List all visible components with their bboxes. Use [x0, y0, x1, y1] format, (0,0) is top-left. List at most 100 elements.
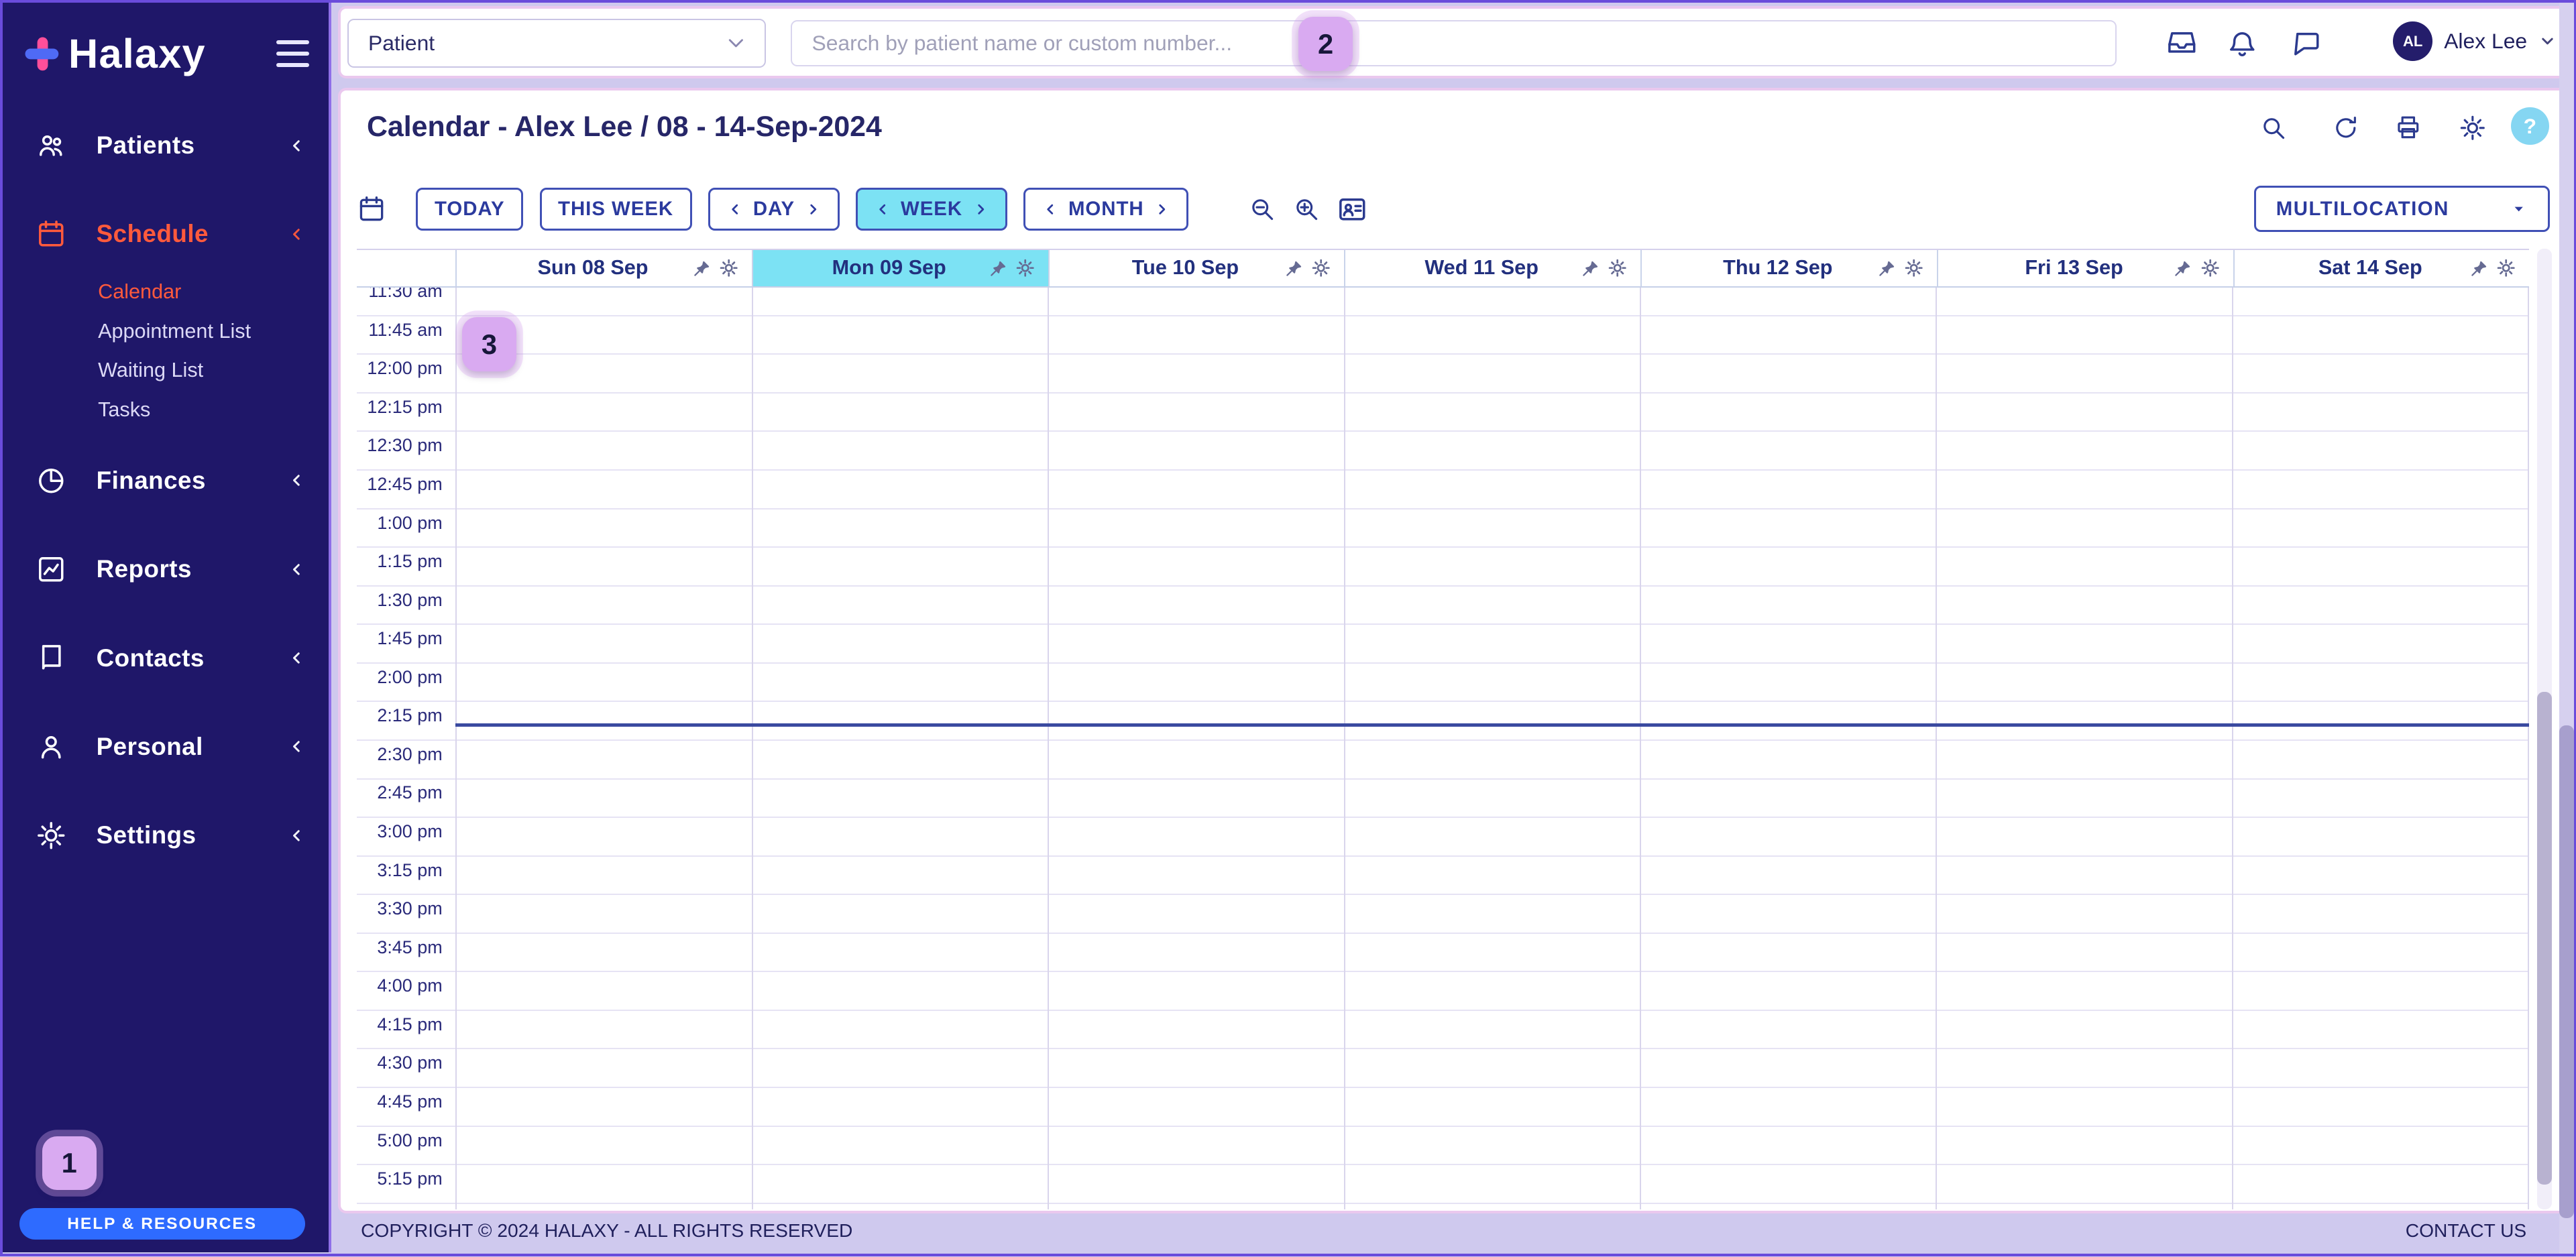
- search-category-select[interactable]: Patient: [347, 19, 767, 68]
- pin-icon[interactable]: [1285, 259, 1303, 278]
- pin-icon[interactable]: [1581, 259, 1600, 278]
- sidebar-item-patients[interactable]: Patients: [3, 105, 329, 187]
- day-column-thu-12-sep[interactable]: [1640, 288, 1936, 1209]
- day-header-thu-12-sep[interactable]: Thu 12 Sep: [1640, 250, 1937, 287]
- gear-icon[interactable]: [2459, 114, 2487, 142]
- hamburger-menu-icon[interactable]: [276, 40, 309, 66]
- day-header-sat-14-sep[interactable]: Sat 14 Sep: [2233, 250, 2530, 287]
- month-view-button[interactable]: MONTH: [1023, 188, 1188, 231]
- day-column-sun-08-sep[interactable]: [455, 288, 751, 1209]
- caret-down-icon: [2509, 199, 2528, 219]
- search-icon[interactable]: [2259, 114, 2288, 142]
- notifications-bell-icon[interactable]: [2227, 27, 2258, 58]
- app-window: Halaxy PatientsScheduleCalendarAppointme…: [0, 0, 2576, 1256]
- pin-icon[interactable]: [693, 259, 711, 278]
- page-scrollbar-thumb[interactable]: [2559, 725, 2574, 1218]
- calendar-body: 11:30 am11:45 am12:00 pm12:15 pm12:30 pm…: [357, 288, 2529, 1209]
- halaxy-plus-icon: [22, 34, 62, 74]
- sidebar-subitem-appointment-list[interactable]: Appointment List: [3, 312, 329, 351]
- day-column-fri-13-sep[interactable]: [1936, 288, 2231, 1209]
- chevron-left-icon: [288, 471, 306, 489]
- day-view-button[interactable]: DAY: [708, 188, 840, 231]
- topbar: Patient 2 AL Alex Lee: [338, 6, 2573, 78]
- time-label: 3:45 pm: [357, 937, 442, 958]
- time-label: 4:00 pm: [357, 975, 442, 996]
- patient-search-input[interactable]: [791, 20, 2117, 66]
- time-label: 5:00 pm: [357, 1130, 442, 1151]
- chat-icon[interactable]: [2291, 27, 2322, 58]
- calendar-scrollbar[interactable]: [2537, 249, 2552, 1209]
- halaxy-logo[interactable]: Halaxy: [22, 30, 205, 77]
- calendar-icon[interactable]: [357, 194, 386, 224]
- calendar-scrollbar-thumb[interactable]: [2537, 692, 2552, 1185]
- day-column-wed-11-sep[interactable]: [1344, 288, 1640, 1209]
- chevron-left-icon[interactable]: [875, 201, 891, 218]
- patient-search: [791, 20, 2117, 66]
- sidebar-item-reports[interactable]: Reports: [3, 528, 329, 611]
- chevron-left-icon: [288, 225, 306, 243]
- inbox-icon[interactable]: [2166, 27, 2198, 58]
- time-label: 5:30 pm: [357, 1207, 442, 1209]
- sidebar-subitem-calendar[interactable]: Calendar: [3, 272, 329, 312]
- sidebar-item-personal[interactable]: Personal: [3, 706, 329, 788]
- chevron-left-icon[interactable]: [727, 201, 744, 218]
- chevron-left-icon: [288, 560, 306, 579]
- day-column-tue-10-sep[interactable]: [1048, 288, 1343, 1209]
- page-scrollbar[interactable]: [2559, 3, 2574, 1254]
- day-column-mon-09-sep[interactable]: [752, 288, 1048, 1209]
- practitioner-card-icon[interactable]: [1337, 194, 1368, 225]
- sidebar-item-contacts[interactable]: Contacts: [3, 617, 329, 699]
- sidebar-item-settings[interactable]: Settings: [3, 794, 329, 877]
- day-header-mon-09-sep[interactable]: Mon 09 Sep: [752, 250, 1048, 287]
- calendar-grid: Sun 08 SepMon 09 SepTue 10 SepWed 11 Sep…: [357, 249, 2529, 1209]
- gear-icon[interactable]: [2200, 258, 2220, 278]
- sidebar-item-schedule[interactable]: Schedule: [3, 193, 329, 276]
- day-header-wed-11-sep[interactable]: Wed 11 Sep: [1344, 250, 1640, 287]
- day-column-sat-14-sep[interactable]: [2232, 288, 2529, 1209]
- search-category-value: Patient: [368, 31, 435, 56]
- gear-icon[interactable]: [1311, 258, 1331, 278]
- chevron-left-icon[interactable]: [1042, 201, 1059, 218]
- sidebar-subitem-tasks[interactable]: Tasks: [3, 390, 329, 430]
- sidebar-item-finances[interactable]: Finances: [3, 440, 329, 522]
- chevron-right-icon[interactable]: [1154, 201, 1170, 218]
- user-menu[interactable]: AL Alex Lee: [2393, 19, 2557, 65]
- chevron-right-icon[interactable]: [972, 201, 989, 218]
- multilocation-dropdown[interactable]: MULTILOCATION: [2254, 186, 2550, 232]
- gear-icon[interactable]: [719, 258, 738, 278]
- time-label: 11:30 am: [357, 288, 442, 302]
- sidebar-subitem-waiting-list[interactable]: Waiting List: [3, 351, 329, 390]
- gear-icon[interactable]: [1608, 258, 1627, 278]
- annotation-badge-1: 1: [42, 1136, 97, 1191]
- help-icon[interactable]: ?: [2511, 107, 2549, 145]
- chevron-left-icon: [288, 649, 306, 667]
- day-header-sun-08-sep[interactable]: Sun 08 Sep: [455, 250, 752, 287]
- printer-icon[interactable]: [2394, 114, 2422, 142]
- day-header-fri-13-sep[interactable]: Fri 13 Sep: [1937, 250, 2233, 287]
- contact-us-link[interactable]: CONTACT US: [2406, 1219, 2526, 1242]
- user-avatar: AL: [2393, 21, 2432, 61]
- today-button[interactable]: TODAY: [416, 188, 523, 231]
- chevron-left-icon: [288, 137, 306, 155]
- help-resources-button[interactable]: HELP & RESOURCES: [19, 1208, 305, 1240]
- time-label: 4:30 pm: [357, 1053, 442, 1073]
- zoom-out-icon[interactable]: [1248, 195, 1276, 223]
- pin-icon[interactable]: [2174, 259, 2192, 278]
- gear-icon[interactable]: [2496, 258, 2516, 278]
- pin-icon[interactable]: [989, 259, 1007, 278]
- chevron-right-icon[interactable]: [805, 201, 822, 218]
- gear-icon[interactable]: [1015, 258, 1035, 278]
- week-view-button[interactable]: WEEK: [856, 188, 1007, 231]
- time-label: 3:00 pm: [357, 821, 442, 842]
- refresh-icon[interactable]: [2332, 114, 2360, 142]
- pin-icon[interactable]: [1878, 259, 1896, 278]
- this-week-button[interactable]: THIS WEEK: [540, 188, 692, 231]
- gear-icon[interactable]: [1904, 258, 1923, 278]
- logo-text: Halaxy: [68, 30, 206, 77]
- day-header-tue-10-sep[interactable]: Tue 10 Sep: [1048, 250, 1345, 287]
- copyright-text: COPYRIGHT © 2024 HALAXY - ALL RIGHTS RES…: [361, 1219, 852, 1242]
- time-label: 2:00 pm: [357, 667, 442, 688]
- day-columns: [455, 288, 2529, 1209]
- pin-icon[interactable]: [2470, 259, 2488, 278]
- zoom-in-icon[interactable]: [1292, 195, 1321, 223]
